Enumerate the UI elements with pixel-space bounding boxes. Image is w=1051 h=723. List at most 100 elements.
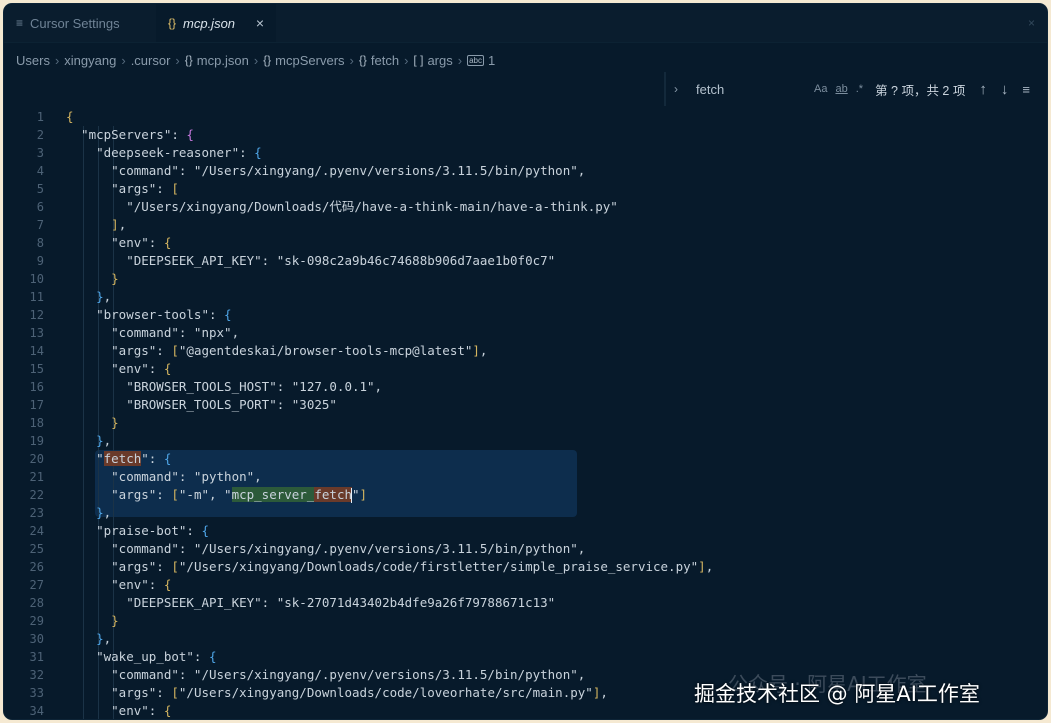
line-number: 19	[29, 434, 44, 448]
line-number: 20	[29, 452, 44, 466]
code-line[interactable]: }	[66, 414, 119, 432]
code-line[interactable]: }	[66, 612, 119, 630]
line-number: 34	[29, 704, 44, 718]
code-editor[interactable]: 1 2 3 4 5 6 7 8 9 10 11 12 13 14 15 16 17 18 19 20 21 22 23 24 2…	[4, 106, 1047, 719]
tab-mcp-json[interactable]: {} mcp.json ×	[156, 4, 276, 42]
code-line[interactable]: },	[66, 288, 111, 306]
line-number: 26	[29, 560, 44, 574]
code-line[interactable]: }	[66, 270, 119, 288]
breadcrumb-item-mcp-json[interactable]: mcp.json	[197, 53, 249, 68]
arrow-up-icon[interactable]: ↑	[979, 81, 987, 98]
line-number: 16	[29, 380, 44, 394]
line-number: 11	[29, 290, 44, 304]
chevron-right-icon: ›	[457, 52, 463, 68]
line-number: 9	[36, 254, 44, 268]
line-number: 25	[29, 542, 44, 556]
chevron-right-icon: ›	[121, 52, 126, 68]
code-line[interactable]: "browser-tools": {	[66, 306, 231, 324]
breadcrumb-item-xingyang[interactable]: xingyang	[64, 53, 116, 68]
code-line[interactable]: "wake_up_bot": {	[66, 648, 216, 666]
tab-label: Cursor Settings	[30, 15, 120, 31]
line-number: 15	[29, 362, 44, 376]
code-line[interactable]: "fetch": {	[66, 450, 171, 468]
code-line[interactable]: "BROWSER_TOOLS_PORT": "3025"	[66, 396, 337, 414]
toggle-replace-chevron-icon[interactable]: ›	[674, 82, 688, 96]
settings-lines-icon: ≡	[16, 16, 24, 30]
line-number: 27	[29, 578, 44, 592]
line-number: 1	[36, 110, 44, 124]
chevron-right-icon: ›	[253, 52, 259, 68]
whole-word-button[interactable]: ab	[835, 83, 847, 95]
line-number: 2	[36, 128, 44, 142]
code-line[interactable]: ],	[66, 216, 126, 234]
chevron-right-icon: ›	[404, 52, 409, 68]
find-result-count: 第 ? 项，共 2 项	[875, 83, 966, 98]
line-number: 17	[29, 398, 44, 412]
find-input[interactable]: fetch	[696, 82, 806, 97]
code-line[interactable]: },	[66, 432, 111, 450]
breadcrumb-item-users[interactable]: Users	[16, 53, 50, 68]
array-brackets-icon: [ ]	[413, 53, 424, 67]
match-case-button[interactable]: Aa	[814, 83, 827, 95]
code-line[interactable]: "/Users/xingyang/Downloads/代码/have-a-thi…	[66, 198, 618, 216]
chevron-right-icon: ›	[349, 52, 354, 68]
line-number: 30	[29, 632, 44, 646]
line-number: 22	[29, 488, 44, 502]
code-line[interactable]: "args": [	[66, 180, 179, 198]
code-line[interactable]: "DEEPSEEK_API_KEY": "sk-098c2a9b46c74688…	[66, 252, 555, 270]
string-icon: abc	[467, 54, 484, 66]
breadcrumb: Users › xingyang › .cursor › {} mcp.json…	[16, 51, 495, 69]
code-line[interactable]: "command": "/Users/xingyang/.pyenv/versi…	[66, 162, 585, 180]
line-number: 7	[36, 218, 44, 232]
code-line[interactable]: "command": "python",	[66, 468, 262, 486]
regex-button[interactable]: .*	[856, 83, 863, 95]
chevron-right-icon: ›	[175, 52, 180, 68]
tab-cursor-settings[interactable]: ≡ Cursor Settings	[4, 4, 156, 42]
code-line[interactable]: "DEEPSEEK_API_KEY": "sk-27071d43402b4dfe…	[66, 594, 555, 612]
line-number: 4	[36, 164, 44, 178]
line-number: 3	[36, 146, 44, 160]
breadcrumb-item-args[interactable]: args	[427, 53, 452, 68]
window-close-icon[interactable]: ×	[1028, 16, 1035, 30]
line-number: 24	[29, 524, 44, 538]
code-line[interactable]: "args": ["/Users/xingyang/Downloads/code…	[66, 558, 713, 576]
code-line[interactable]: "command": "/Users/xingyang/.pyenv/versi…	[66, 540, 585, 558]
line-number: 32	[29, 668, 44, 682]
code-line[interactable]: "BROWSER_TOOLS_HOST": "127.0.0.1",	[66, 378, 382, 396]
code-line[interactable]: "praise-bot": {	[66, 522, 209, 540]
breadcrumb-item-index[interactable]: 1	[488, 53, 495, 68]
breadcrumb-item-mcpservers[interactable]: mcpServers	[275, 53, 344, 68]
line-number: 21	[29, 470, 44, 484]
code-line[interactable]: "args": ["@agentdeskai/browser-tools-mcp…	[66, 342, 487, 360]
code-line[interactable]: "command": "npx",	[66, 324, 239, 342]
object-braces-icon: {}	[358, 53, 367, 67]
line-number: 10	[29, 272, 44, 286]
tab-bar: ≡ Cursor Settings {} mcp.json × ×	[4, 4, 1047, 43]
close-icon[interactable]: ×	[256, 15, 264, 31]
line-number: 18	[29, 416, 44, 430]
code-line[interactable]: "env": {	[66, 702, 171, 719]
arrow-down-icon[interactable]: ↓	[1001, 81, 1009, 98]
code-line[interactable]: "command": "/Users/xingyang/.pyenv/versi…	[66, 666, 585, 684]
object-braces-icon: {}	[263, 53, 272, 67]
line-number: 29	[29, 614, 44, 628]
editor-window: ≡ Cursor Settings {} mcp.json × × Users …	[4, 4, 1047, 719]
code-line[interactable]: },	[66, 630, 111, 648]
code-line[interactable]: "env": {	[66, 360, 171, 378]
chevron-right-icon: ›	[54, 52, 60, 68]
code-line[interactable]: },	[66, 504, 111, 522]
code-line[interactable]: "args": ["/Users/xingyang/Downloads/code…	[66, 684, 608, 702]
code-line[interactable]: {	[66, 108, 74, 126]
breadcrumb-item-fetch[interactable]: fetch	[371, 53, 399, 68]
breadcrumb-item-cursor[interactable]: .cursor	[131, 53, 171, 68]
code-line[interactable]: "env": {	[66, 576, 171, 594]
line-number: 23	[29, 506, 44, 520]
line-number: 31	[29, 650, 44, 664]
code-line[interactable]: "env": {	[66, 234, 171, 252]
line-number: 13	[29, 326, 44, 340]
code-line[interactable]: "mcpServers": {	[66, 126, 194, 144]
code-line[interactable]: "deepseek-reasoner": {	[66, 144, 262, 162]
code-line[interactable]: "args": ["-m", "mcp_server_fetch"]	[66, 486, 367, 504]
line-number: 14	[29, 344, 44, 358]
menu-lines-icon[interactable]: ≡	[1022, 82, 1030, 97]
